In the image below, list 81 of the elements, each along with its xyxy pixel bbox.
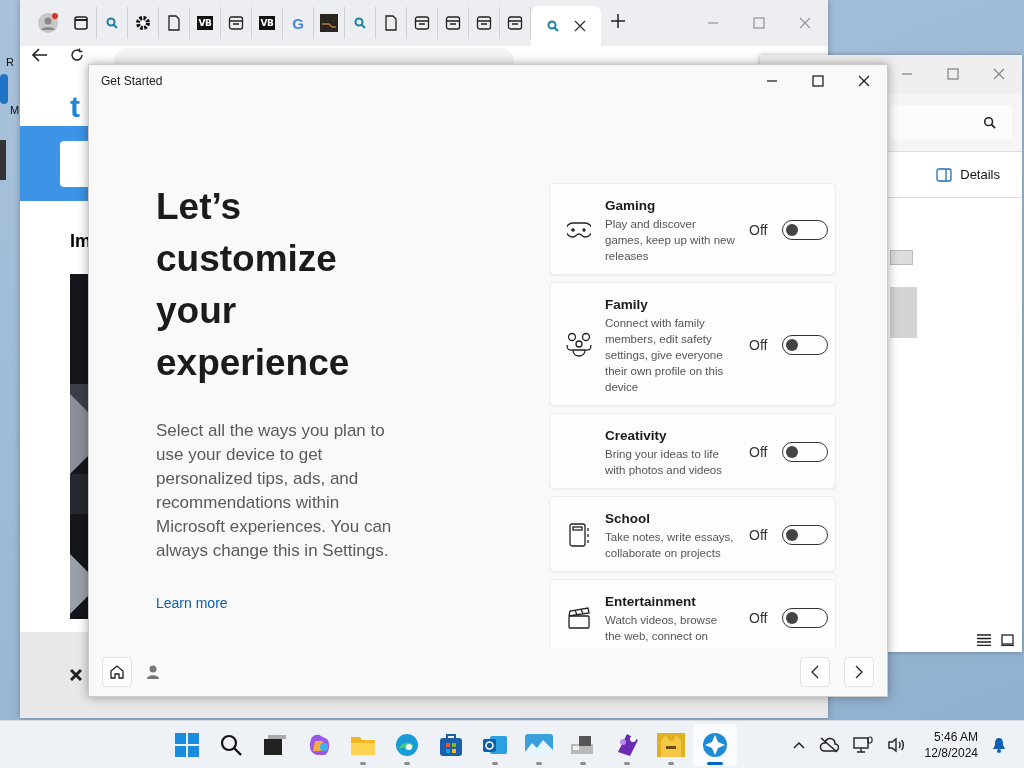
browser-icon[interactable]: [395, 732, 419, 757]
window-icon[interactable]: [445, 15, 461, 31]
description-text: Select all the ways you plan to use your device to get personalized tips, ads, and recommendations within Microsoft experiences. You can always change this in Settings.: [156, 420, 393, 562]
refresh-icon[interactable]: [70, 48, 84, 62]
photos-icon[interactable]: [525, 733, 553, 756]
cloud-off-icon[interactable]: [818, 736, 839, 753]
search-icon[interactable]: [220, 733, 242, 756]
card-title: School: [605, 510, 651, 528]
people-icon: [565, 331, 593, 359]
gamepad-icon: [567, 221, 591, 239]
card-title: Creativity: [605, 427, 668, 445]
tabs-icon[interactable]: [73, 15, 89, 31]
card-description: Play and discover games, keep up with new releases: [605, 217, 736, 264]
close-tab-icon[interactable]: [574, 20, 586, 32]
toggle-state-label: Off: [749, 444, 769, 460]
forward-button[interactable]: [844, 657, 874, 687]
page-heading: Let’s customize your experience: [156, 185, 351, 385]
person-icon[interactable]: [146, 664, 160, 680]
logo-icon[interactable]: VB: [196, 16, 214, 30]
page-icon[interactable]: [167, 15, 181, 31]
clock[interactable]: 5:46 AM 12/8/2024: [924, 728, 978, 761]
close-icon: [799, 17, 811, 29]
new-tab-icon[interactable]: [611, 14, 625, 28]
maximize-icon: [753, 17, 765, 29]
card-title: Family: [605, 296, 649, 314]
back-button[interactable]: [800, 657, 830, 687]
compass-icon[interactable]: [702, 731, 728, 758]
back-icon[interactable]: [32, 48, 48, 62]
chevron-left-icon: [811, 665, 819, 679]
page-icon[interactable]: [384, 15, 398, 31]
search-field[interactable]: [890, 105, 1012, 139]
window-icon[interactable]: [414, 15, 430, 31]
logo-icon[interactable]: VB: [258, 16, 276, 30]
window-title: Get Started: [100, 74, 164, 88]
window-icon[interactable]: [507, 15, 523, 31]
card-description: Take notes, write essays, collaborate on projects: [605, 530, 735, 561]
card-description: Connect with family members, edit safety settings, give everyone their own profile on this device: [605, 316, 725, 395]
game-icon[interactable]: [657, 732, 685, 757]
card-description: Bring your ideas to life with photos and videos: [605, 447, 723, 478]
toggle-state-label: Off: [749, 610, 769, 626]
tiles-view-icon[interactable]: [1001, 634, 1014, 646]
task-view-icon[interactable]: [264, 734, 286, 755]
desktop-icon-label: M: [10, 104, 20, 116]
window-icon[interactable]: [476, 15, 492, 31]
avatar-icon[interactable]: [37, 12, 59, 34]
toggle-state-label: Off: [749, 337, 769, 353]
list-view-icon[interactable]: [977, 634, 991, 646]
card-description: Watch videos, browse the web, connect on: [605, 613, 719, 644]
learn-more-link[interactable]: Learn more: [156, 595, 228, 611]
maximize-icon: [812, 75, 824, 87]
search-field[interactable]: [60, 140, 88, 187]
chevron-right-icon: [855, 665, 863, 679]
copilot-icon[interactable]: [307, 732, 331, 757]
notebook-icon: [568, 523, 590, 547]
maximize-icon: [947, 68, 959, 80]
item-thumbnail[interactable]: [890, 250, 913, 265]
home-button[interactable]: [102, 657, 132, 687]
close-icon: [858, 75, 870, 87]
details-button[interactable]: Details: [936, 167, 1000, 182]
chevron-up-icon[interactable]: [792, 740, 805, 749]
network-icon[interactable]: [852, 735, 873, 754]
card-title: Entertainment: [605, 593, 697, 611]
site-logo[interactable]: t: [70, 90, 80, 126]
close-icon: [993, 68, 1005, 80]
store-icon[interactable]: [439, 732, 463, 757]
home-icon: [109, 664, 125, 680]
browser-tab[interactable]: VB: [190, 7, 221, 39]
speaker-icon[interactable]: [886, 736, 905, 753]
window-icon[interactable]: [228, 15, 244, 31]
toggle-state-label: Off: [749, 527, 769, 543]
toggle-state-label: Off: [749, 222, 769, 238]
clapperboard-icon: [567, 607, 591, 629]
close-icon[interactable]: [70, 669, 82, 681]
details-pane-icon: [936, 167, 953, 182]
browser-tab[interactable]: VB: [252, 7, 283, 39]
windows-logo-icon[interactable]: [175, 732, 199, 757]
search-icon: [983, 115, 996, 129]
gear-icon[interactable]: [134, 14, 152, 32]
bell-icon[interactable]: [992, 736, 1006, 753]
card-title: Gaming: [605, 197, 657, 215]
desktop-icon-label: R: [6, 56, 15, 68]
